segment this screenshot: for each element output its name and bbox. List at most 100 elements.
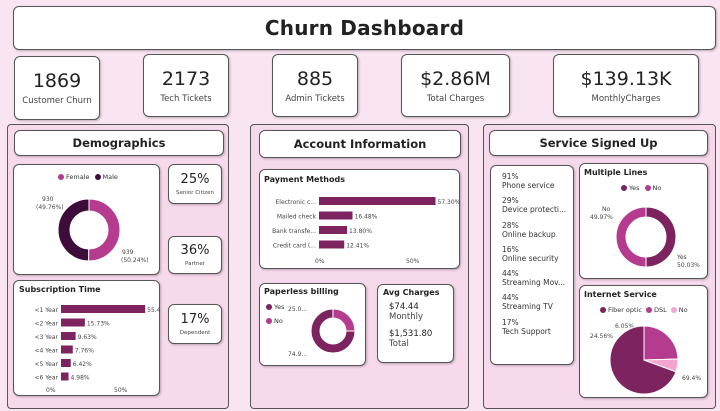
payment-bar-chart: 0% 50% Electronic c... 57.30% Mailed check… [272,197,461,265]
payment-methods-card[interactable]: Payment Methods 0% 50% Electronic c... 57… [259,169,461,269]
multiple-lines-card[interactable]: Multiple Lines Yes No No 49.97% Yes 50.0… [579,163,708,279]
paperless-bottom-label: 74.9... [288,351,307,358]
service-pct: 28% [502,220,519,230]
kpi-label: MonthlyCharges [591,93,661,104]
bar[interactable] [61,332,76,340]
dsl-pct-label: 24.56% [590,333,613,340]
slice-dsl[interactable] [643,325,679,361]
fiber-pct-label: 69.4% [682,375,701,382]
monthly-value: $74.44 [389,302,419,312]
category-label: <5 Year [35,361,59,368]
data-label: 12.41% [346,243,369,250]
category-label: <1 Year [35,307,59,314]
kpi-label: Customer Churn [22,96,92,106]
category-label: Bank transfe... [272,228,316,235]
paperless-donut-chart: 25.0... 74.9... [288,306,356,358]
data-label: 16.48% [355,214,378,221]
data-label: 57.30% [438,199,461,206]
list-item: 29% Device protecti... [502,196,570,214]
stat-label: Partner [185,261,205,267]
service-name: Streaming TV [502,302,553,312]
slice-no[interactable] [615,206,647,268]
avg-charges-title: Avg Charges [383,288,440,297]
kpi-total-charges[interactable]: $2.86M Total Charges [401,54,510,117]
internet-pie-chart: 6.05% 24.56% 69.4% [590,323,701,395]
service-pct: 29% [502,196,519,206]
female-count-label: 939 [122,249,134,256]
kpi-label: Admin Tickets [285,93,345,104]
list-item: 17% Tech Support [502,318,570,336]
subscription-card[interactable]: Subscription Time 0% 50% <1 Year55.48%<2… [13,280,161,396]
male-count-label: 930 [42,196,54,203]
bar[interactable] [61,318,85,327]
bar[interactable] [61,359,71,367]
category-label: Electronic c... [275,199,316,206]
paperless-top-label: 25.0... [288,306,307,313]
internet-service-card[interactable]: Internet Service Fiber optic DSL No 6.05… [579,285,708,398]
section-title: Account Information [293,137,427,151]
service-pct: 17% [502,317,519,327]
axis-mid-label: 50% [114,387,128,394]
partner-card[interactable]: 36% Partner [168,236,222,274]
data-label: 15.73% [87,321,110,328]
slice-no[interactable] [332,308,356,332]
category-label: Credit card (... [273,243,316,250]
data-label: 7.76% [75,348,94,355]
service-name: Streaming Mov... [502,278,566,288]
male-pct-label: (49.76%) [36,204,64,211]
category-label: <3 Year [35,334,59,341]
subscription-bar-chart: 0% 50% <1 Year 55.48% <2 Year 15.73% <3 Year… [35,305,161,394]
gender-card[interactable]: Female Male 930 (49.76%) 939 (50.24%) [13,164,160,275]
female-pct-label: (50.24%) [121,257,149,264]
list-item: 44% Streaming TV [502,293,570,311]
axis-mid-label: 50% [406,258,420,265]
slice-yes[interactable] [645,206,677,268]
service-name: Tech Support [502,326,551,336]
total-label: Total [389,339,409,349]
services-list-card[interactable]: 91% Phone service 29% Device protecti... 2… [490,165,574,365]
bar[interactable] [61,345,73,354]
kpi-tech-tickets[interactable]: 2173 Tech Tickets [143,54,229,117]
service-name: Device protecti... [502,205,567,215]
stat-label: Dependent [179,330,211,336]
data-label: 6.42% [73,361,92,368]
avg-charges-card[interactable]: Avg Charges $74.44 Monthly $1,531.80 Tot… [377,284,454,363]
page-title: Churn Dashboard [264,16,465,40]
category-label: <6 Year [35,375,59,382]
bar[interactable] [61,372,69,381]
category-label: Mailed check [277,214,317,221]
axis-min-label: 0% [315,258,325,265]
list-item: 44% Streaming Mov... [502,269,570,287]
section-title: Service Signed Up [539,136,658,150]
service-name: Online security [502,253,559,263]
category-label: <2 Year [35,321,59,328]
data-label: 4.98% [71,375,90,382]
data-label: 13.80% [349,228,372,235]
kpi-admin-tickets[interactable]: 885 Admin Tickets [272,54,358,117]
list-item: 28% Online backup [502,221,570,239]
bar[interactable] [319,226,348,234]
kpi-customer-churn[interactable]: 1869 Customer Churn [14,56,100,120]
services-list: 91% Phone service 29% Device protecti... 2… [502,172,570,342]
kpi-monthly-charges[interactable]: $139.13K MonthlyCharges [553,54,699,117]
stat-value: 17% [180,312,210,327]
stat-value: 25% [180,172,210,187]
service-header: Service Signed Up [489,130,708,156]
dependent-card[interactable]: 17% Dependent [168,304,222,344]
paperless-card[interactable]: Paperless billing Yes No 25.0... 74.9... [259,283,366,366]
bar[interactable] [319,240,345,249]
account-header: Account Information [259,130,461,158]
bar[interactable] [319,211,353,220]
bar[interactable] [61,305,146,313]
list-item: 91% Phone service [502,172,570,190]
bar[interactable] [319,197,436,205]
yes-pct-label: 50.03% [677,262,700,269]
data-label: 9.63% [78,334,97,341]
gender-donut-chart: 930 (49.76%) 939 (50.24%) [36,196,149,264]
service-name: Online backup [502,229,556,239]
senior-citizen-card[interactable]: 25% Senior Citizen [168,164,222,204]
category-label: <4 Year [35,348,59,355]
service-pct: 44% [502,293,519,303]
slice-female[interactable] [88,198,121,262]
no-pct-label: 49.97% [590,214,613,221]
